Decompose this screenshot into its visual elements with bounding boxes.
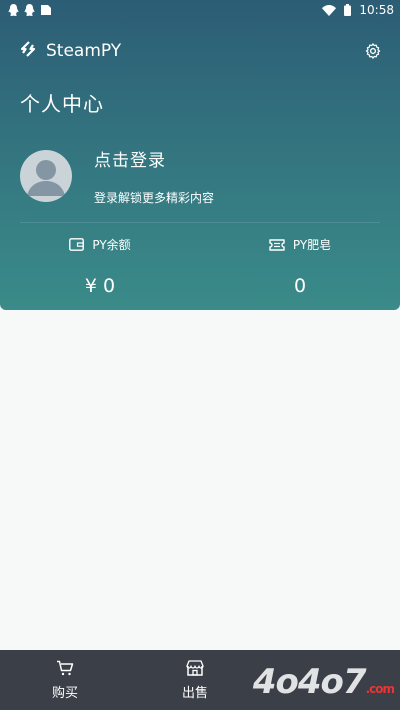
nav-item-sell[interactable]: 出售 xyxy=(130,650,260,710)
stat-py-balance[interactable]: PY余额 ¥ 0 xyxy=(0,236,200,297)
app-brand: SteamPY xyxy=(20,40,122,62)
stat-label: PY肥皂 xyxy=(292,238,332,252)
status-bar: 10:58 xyxy=(0,0,400,20)
status-time: 10:58 xyxy=(359,3,394,17)
nav-label: 出售 xyxy=(181,685,208,701)
stat-value: 0 xyxy=(293,275,307,297)
qq-icon xyxy=(24,3,35,17)
app-name: SteamPY xyxy=(46,41,122,61)
nav-label: 购买 xyxy=(51,685,78,701)
login-label[interactable]: 点击登录 xyxy=(94,146,214,171)
watermark-text: 4o4o7 xyxy=(252,662,367,702)
ticket-icon xyxy=(269,238,285,251)
battery-icon xyxy=(344,4,352,16)
avatar[interactable] xyxy=(20,150,72,202)
divider xyxy=(20,222,380,223)
stat-label: PY余额 xyxy=(92,238,131,252)
steampy-logo-icon xyxy=(20,40,36,62)
login-profile-card[interactable]: 点击登录 登录解锁更多精彩内容 xyxy=(20,146,380,206)
watermark: 4o4o7.com xyxy=(252,662,395,702)
qq-icon xyxy=(8,3,19,17)
watermark-suffix: .com xyxy=(365,682,395,696)
top-bar: SteamPY xyxy=(0,38,400,64)
stat-value: ¥ 0 xyxy=(84,275,116,297)
cart-icon xyxy=(56,660,74,676)
stat-py-soap[interactable]: PY肥皂 0 xyxy=(200,236,400,297)
store-icon xyxy=(186,659,204,676)
wifi-icon xyxy=(322,4,337,16)
login-subtitle: 登录解锁更多精彩内容 xyxy=(94,191,215,205)
wallet-icon xyxy=(69,238,85,251)
nav-item-buy[interactable]: 购买 xyxy=(0,650,130,710)
page-title: 个人中心 xyxy=(20,92,104,116)
user-avatar-icon xyxy=(27,160,65,196)
profile-header: 10:58 SteamPY 个人中心 点击登录 登录解锁更多精彩内容 PY余额 … xyxy=(0,0,400,310)
settings-gear-icon[interactable] xyxy=(364,42,382,60)
sim-icon xyxy=(40,4,52,16)
